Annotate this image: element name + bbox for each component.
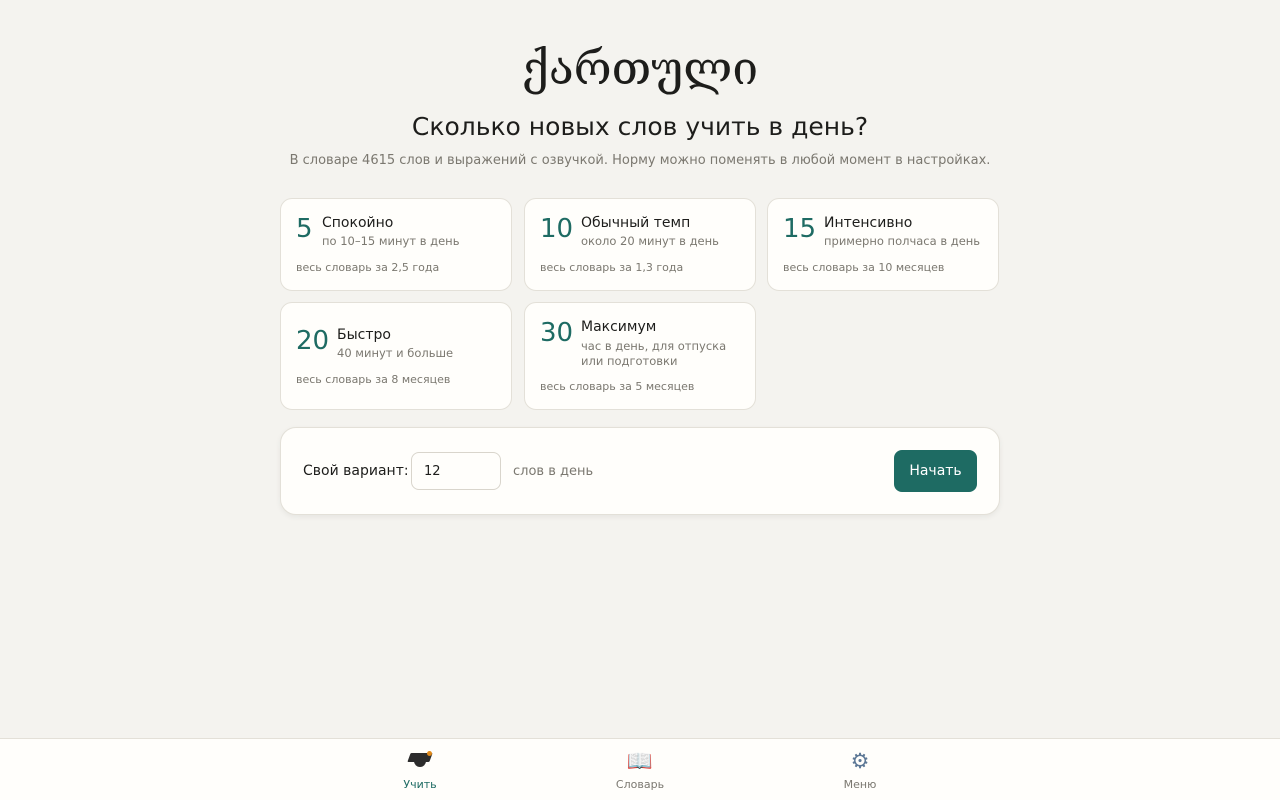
page-subtitle: В словаре 4615 слов и выражений с озвучк… bbox=[289, 153, 991, 168]
option-description: около 20 минут в день bbox=[581, 234, 719, 248]
page-title: Сколько новых слов учить в день? bbox=[411, 112, 869, 141]
option-description: по 10–15 минут в день bbox=[322, 234, 460, 248]
option-card-20[interactable]: 20 Быстро 40 минут и больше весь словарь… bbox=[280, 302, 512, 410]
nav-label: Словарь bbox=[615, 778, 665, 791]
option-total: весь словарь за 8 месяцев bbox=[296, 373, 451, 386]
option-total: весь словарь за 5 месяцев bbox=[540, 380, 695, 393]
option-description: примерно полчаса в день bbox=[824, 234, 981, 248]
option-total: весь словарь за 2,5 года bbox=[296, 261, 440, 274]
custom-option-panel: Свой вариант: слов в день Начать bbox=[280, 427, 1000, 515]
option-number: 5 bbox=[296, 214, 313, 244]
option-name: Интенсивно bbox=[824, 215, 913, 231]
nav-label: Учить bbox=[403, 778, 437, 791]
option-name: Максимум bbox=[581, 319, 657, 335]
learning-setup-screen: ქართული Сколько новых слов учить в день?… bbox=[0, 0, 1280, 800]
book-icon: 📖 bbox=[626, 749, 654, 773]
option-number: 30 bbox=[540, 318, 574, 348]
option-number: 10 bbox=[540, 214, 574, 244]
nav-item-learn[interactable]: Учить bbox=[360, 739, 480, 800]
option-total: весь словарь за 10 месяцев bbox=[783, 261, 945, 274]
nav-label: Меню bbox=[843, 778, 877, 791]
option-description: 40 минут и больше bbox=[337, 346, 454, 360]
custom-unit-label: слов в день bbox=[513, 464, 594, 479]
nav-item-menu[interactable]: ⚙ Меню bbox=[800, 739, 920, 800]
option-name: Обычный темп bbox=[581, 215, 691, 231]
option-total: весь словарь за 1,3 года bbox=[540, 261, 684, 274]
option-number: 20 bbox=[296, 326, 330, 356]
option-card-10[interactable]: 10 Обычный темп около 20 минут в день ве… bbox=[524, 198, 756, 291]
nav-item-dictionary[interactable]: 📖 Словарь bbox=[580, 739, 700, 800]
custom-words-input[interactable] bbox=[411, 452, 501, 490]
option-number: 15 bbox=[783, 214, 817, 244]
option-description: час в день, для отпуска или подготовки bbox=[581, 339, 727, 368]
custom-option-label: Свой вариант: bbox=[303, 463, 409, 479]
option-card-5[interactable]: 5 Спокойно по 10–15 минут в день весь сл… bbox=[280, 198, 512, 291]
app-logo: ქართული bbox=[521, 41, 759, 95]
option-name: Спокойно bbox=[322, 215, 394, 231]
graduation-cap-icon bbox=[407, 750, 433, 772]
option-name: Быстро bbox=[337, 327, 391, 343]
bottom-nav: Учить 📖 Словарь ⚙ Меню bbox=[0, 738, 1280, 800]
option-card-30[interactable]: 30 Максимум час в день, для отпуска или … bbox=[524, 302, 756, 410]
gear-icon: ⚙ bbox=[850, 749, 870, 773]
start-button[interactable]: Начать bbox=[894, 450, 977, 492]
option-card-15[interactable]: 15 Интенсивно примерно полчаса в день ве… bbox=[767, 198, 999, 291]
